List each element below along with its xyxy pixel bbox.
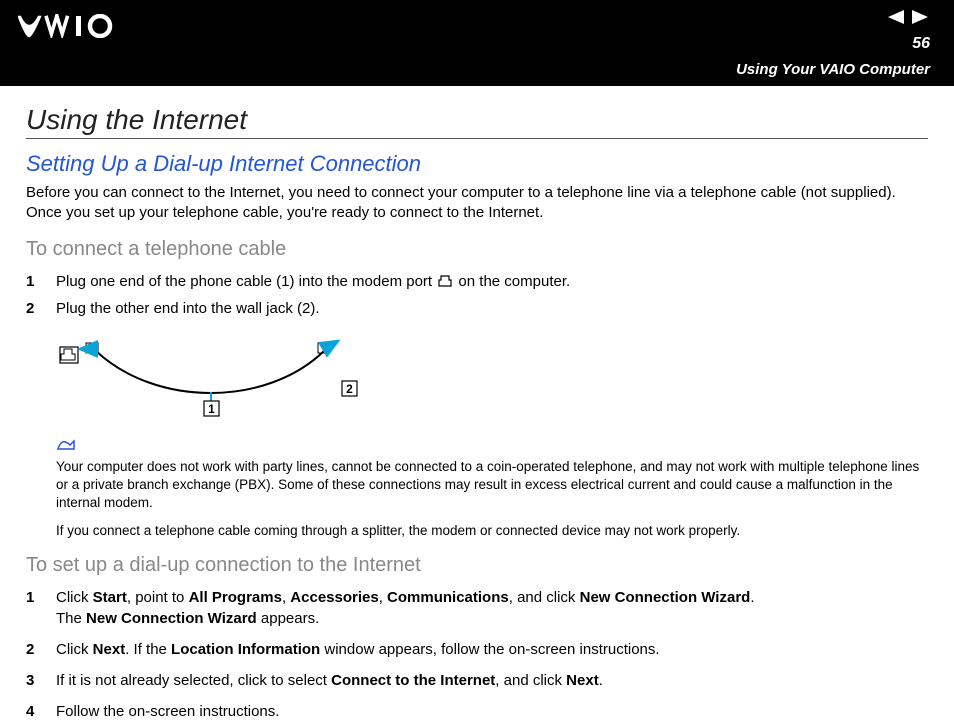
steps-connect-cable: 1 Plug one end of the phone cable (1) in… (26, 271, 928, 319)
page-number: 56 (912, 35, 930, 53)
nav-arrows (886, 10, 930, 29)
next-page-arrow-icon[interactable] (912, 10, 930, 29)
page-title: Using the Internet (26, 104, 928, 139)
steps-dialup: 1Click Start, point to All Programs, Acc… (26, 587, 928, 722)
modem-port-icon (438, 272, 452, 284)
vaio-logo (18, 14, 130, 38)
step-number: 4 (26, 701, 56, 722)
step-text: Click Next. If the Location Information … (56, 639, 928, 660)
step-text: Follow the on-screen instructions. (56, 701, 928, 722)
note-block: Your computer does not work with party l… (56, 435, 928, 541)
step-number: 1 (26, 271, 56, 292)
section-label: Using Your VAIO Computer (736, 61, 930, 78)
intro-paragraph: Before you can connect to the Internet, … (26, 183, 928, 224)
header-bar: 56 Using Your VAIO Computer (0, 0, 954, 86)
step-text: Plug one end of the phone cable (1) into… (56, 271, 928, 292)
page-content: Using the Internet Setting Up a Dial-up … (0, 86, 954, 722)
step-item: 4Follow the on-screen instructions. (26, 701, 928, 722)
subheading-dialup: To set up a dial-up connection to the In… (26, 554, 928, 577)
note-text: If you connect a telephone cable coming … (56, 522, 928, 540)
cable-diagram: 1 2 (56, 337, 366, 417)
diagram-label-1: 1 (208, 402, 215, 416)
step-number: 2 (26, 639, 56, 660)
step-item: 2Click Next. If the Location Information… (26, 639, 928, 660)
note-text: Your computer does not work with party l… (56, 458, 928, 513)
step-item: 1 Plug one end of the phone cable (1) in… (26, 271, 928, 292)
step-item: 1Click Start, point to All Programs, Acc… (26, 587, 928, 629)
diagram-label-2: 2 (346, 382, 353, 396)
note-icon (56, 435, 928, 456)
section-heading: Setting Up a Dial-up Internet Connection (26, 151, 928, 177)
prev-page-arrow-icon[interactable] (886, 10, 904, 29)
subheading-connect-cable: To connect a telephone cable (26, 238, 928, 261)
step-text: Click Start, point to All Programs, Acce… (56, 587, 928, 629)
header-right: 56 Using Your VAIO Computer (736, 10, 930, 78)
step-text: Plug the other end into the wall jack (2… (56, 298, 928, 319)
step-number: 2 (26, 298, 56, 319)
step-item: 2 Plug the other end into the wall jack … (26, 298, 928, 319)
step-number: 1 (26, 587, 56, 608)
